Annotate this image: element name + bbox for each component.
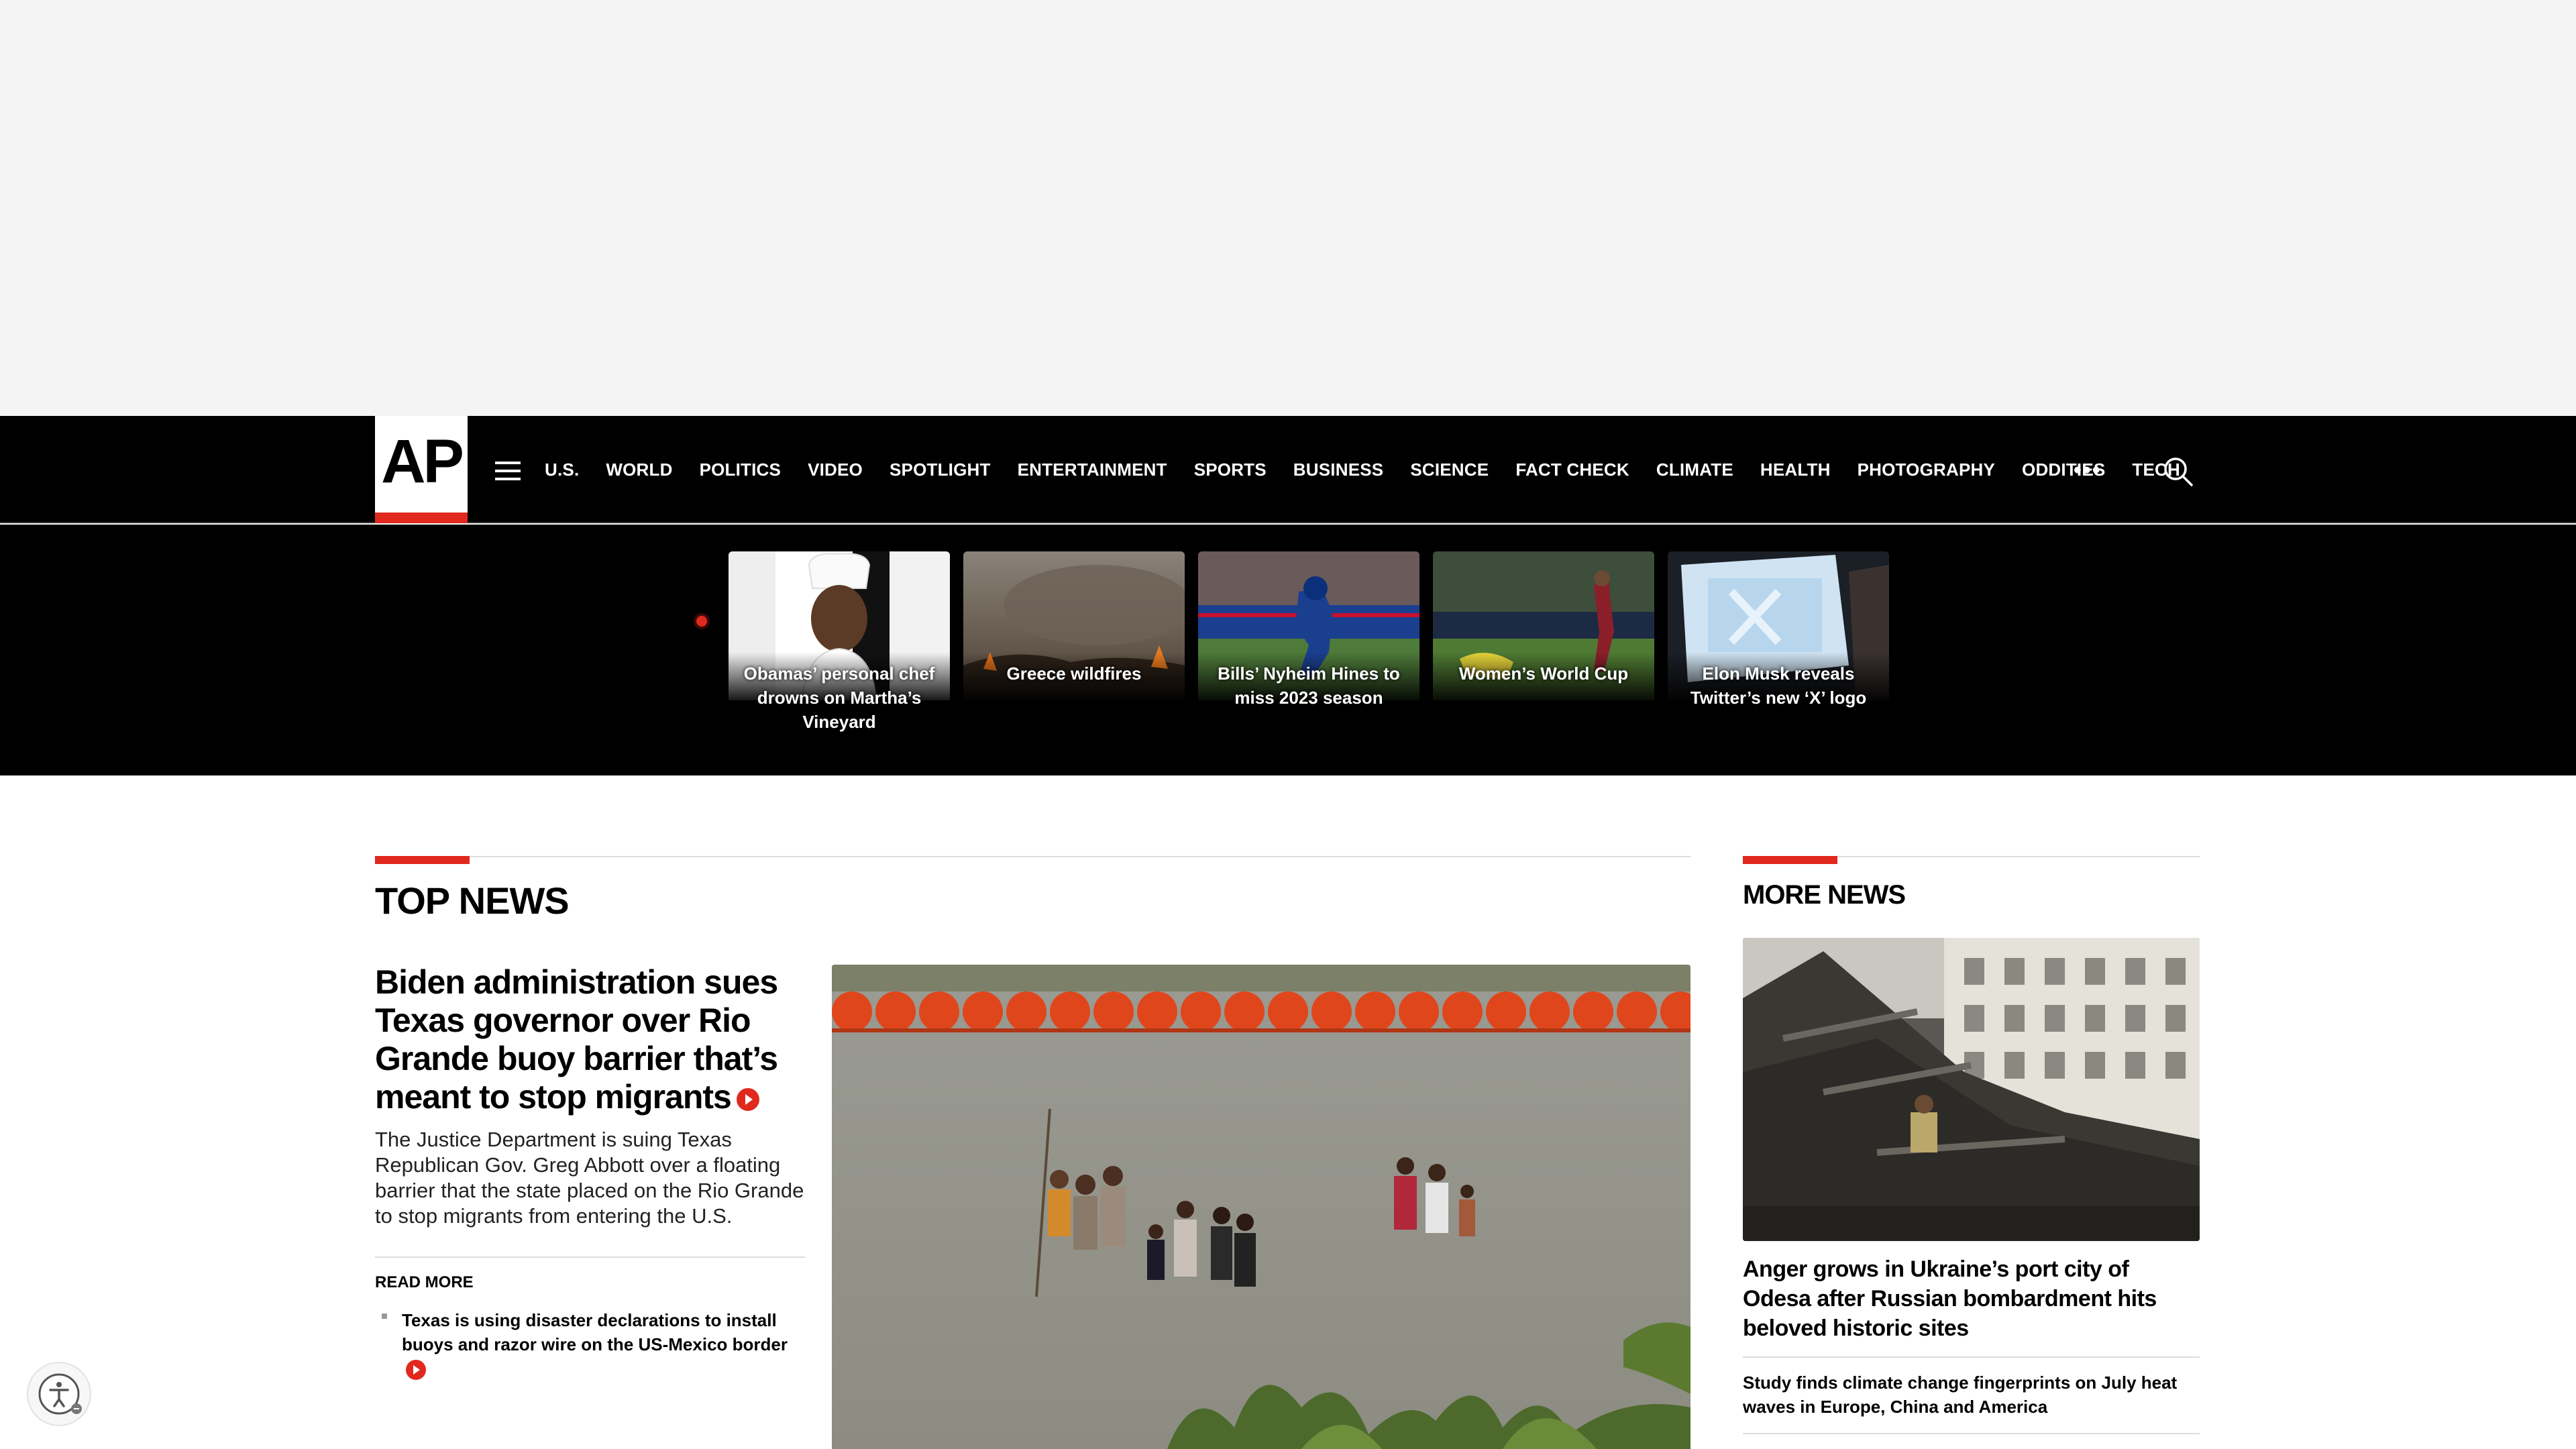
lead-story-headline[interactable]: Biden administration sues Texas governor…	[375, 963, 811, 1116]
trending-caption: Greece wildfires	[1006, 663, 1142, 684]
accessibility-icon	[38, 1373, 82, 1415]
bullet-icon	[382, 1313, 387, 1319]
section-accent-bar	[1743, 856, 1837, 864]
nav-item-science[interactable]: SCIENCE	[1410, 460, 1489, 480]
section-accent-bar	[375, 856, 470, 864]
section-title-more-news: MORE NEWS	[1743, 880, 1906, 910]
divider	[375, 1256, 805, 1258]
trending-caption: Obamas’ personal chef drowns on Martha’s…	[743, 663, 935, 732]
nav-list: U.S. WORLD POLITICS VIDEO SPOTLIGHT ENTE…	[545, 416, 2207, 523]
trending-card[interactable]: Elon Musk reveals Twitter’s new ‘X’ logo	[1668, 551, 1889, 710]
hamburger-icon[interactable]	[495, 462, 521, 480]
ap-logo[interactable]: AP	[375, 416, 468, 523]
more-news-image[interactable]	[1743, 938, 2200, 1241]
nav-item-climate[interactable]: CLIMATE	[1656, 460, 1733, 480]
nav-item-health[interactable]: HEALTH	[1760, 460, 1831, 480]
video-play-icon	[736, 1087, 759, 1111]
trending-card[interactable]: Greece wildfires	[963, 551, 1185, 700]
nav-item-sports[interactable]: SPORTS	[1194, 460, 1267, 480]
search-icon[interactable]	[2161, 455, 2195, 488]
trending-caption: Elon Musk reveals Twitter’s new ‘X’ logo	[1690, 663, 1867, 708]
live-indicator-icon	[696, 616, 707, 627]
read-more-label[interactable]: READ MORE	[375, 1273, 474, 1292]
more-news-link[interactable]: Study finds climate change fingerprints …	[1743, 1371, 2200, 1419]
nav-item-politics[interactable]: POLITICS	[700, 460, 782, 480]
nav-item-world[interactable]: WORLD	[606, 460, 672, 480]
ad-placeholder	[0, 0, 2576, 416]
nav-item-photography[interactable]: PHOTOGRAPHY	[1858, 460, 1995, 480]
accessibility-button[interactable]	[27, 1362, 91, 1426]
related-story-link[interactable]: Texas is using disaster declarations to …	[402, 1308, 804, 1381]
trending-caption: Women’s World Cup	[1458, 663, 1629, 684]
trending-card[interactable]: Women’s World Cup	[1433, 551, 1654, 700]
logo-accent-bar	[375, 513, 468, 523]
section-divider	[375, 856, 1690, 857]
nav-item-spotlight[interactable]: SPOTLIGHT	[890, 460, 991, 480]
lead-story-description: The Justice Department is suing Texas Re…	[375, 1128, 804, 1228]
divider	[1743, 1433, 2200, 1434]
video-play-icon	[406, 1360, 426, 1381]
nav-item-business[interactable]: BUSINESS	[1293, 460, 1384, 480]
trending-card[interactable]: Obamas’ personal chef drowns on Martha’s…	[729, 551, 950, 734]
more-news-headline[interactable]: Anger grows in Ukraine’s port city of Od…	[1743, 1254, 2200, 1343]
divider	[1743, 1356, 2200, 1358]
section-title-top-news: TOP NEWS	[375, 879, 570, 922]
trending-card[interactable]: Bills’ Nyheim Hines to miss 2023 season	[1198, 551, 1419, 710]
nav-item-entertainment[interactable]: ENTERTAINMENT	[1018, 460, 1167, 480]
nav-item-fact-check[interactable]: FACT CHECK	[1515, 460, 1629, 480]
trending-caption: Bills’ Nyheim Hines to miss 2023 season	[1218, 663, 1400, 708]
lead-story-image[interactable]	[832, 965, 1690, 1449]
nav-item-video[interactable]: VIDEO	[808, 460, 863, 480]
nav-item-us[interactable]: U.S.	[545, 460, 579, 480]
more-menu-icon[interactable]: •••	[2074, 459, 2102, 482]
